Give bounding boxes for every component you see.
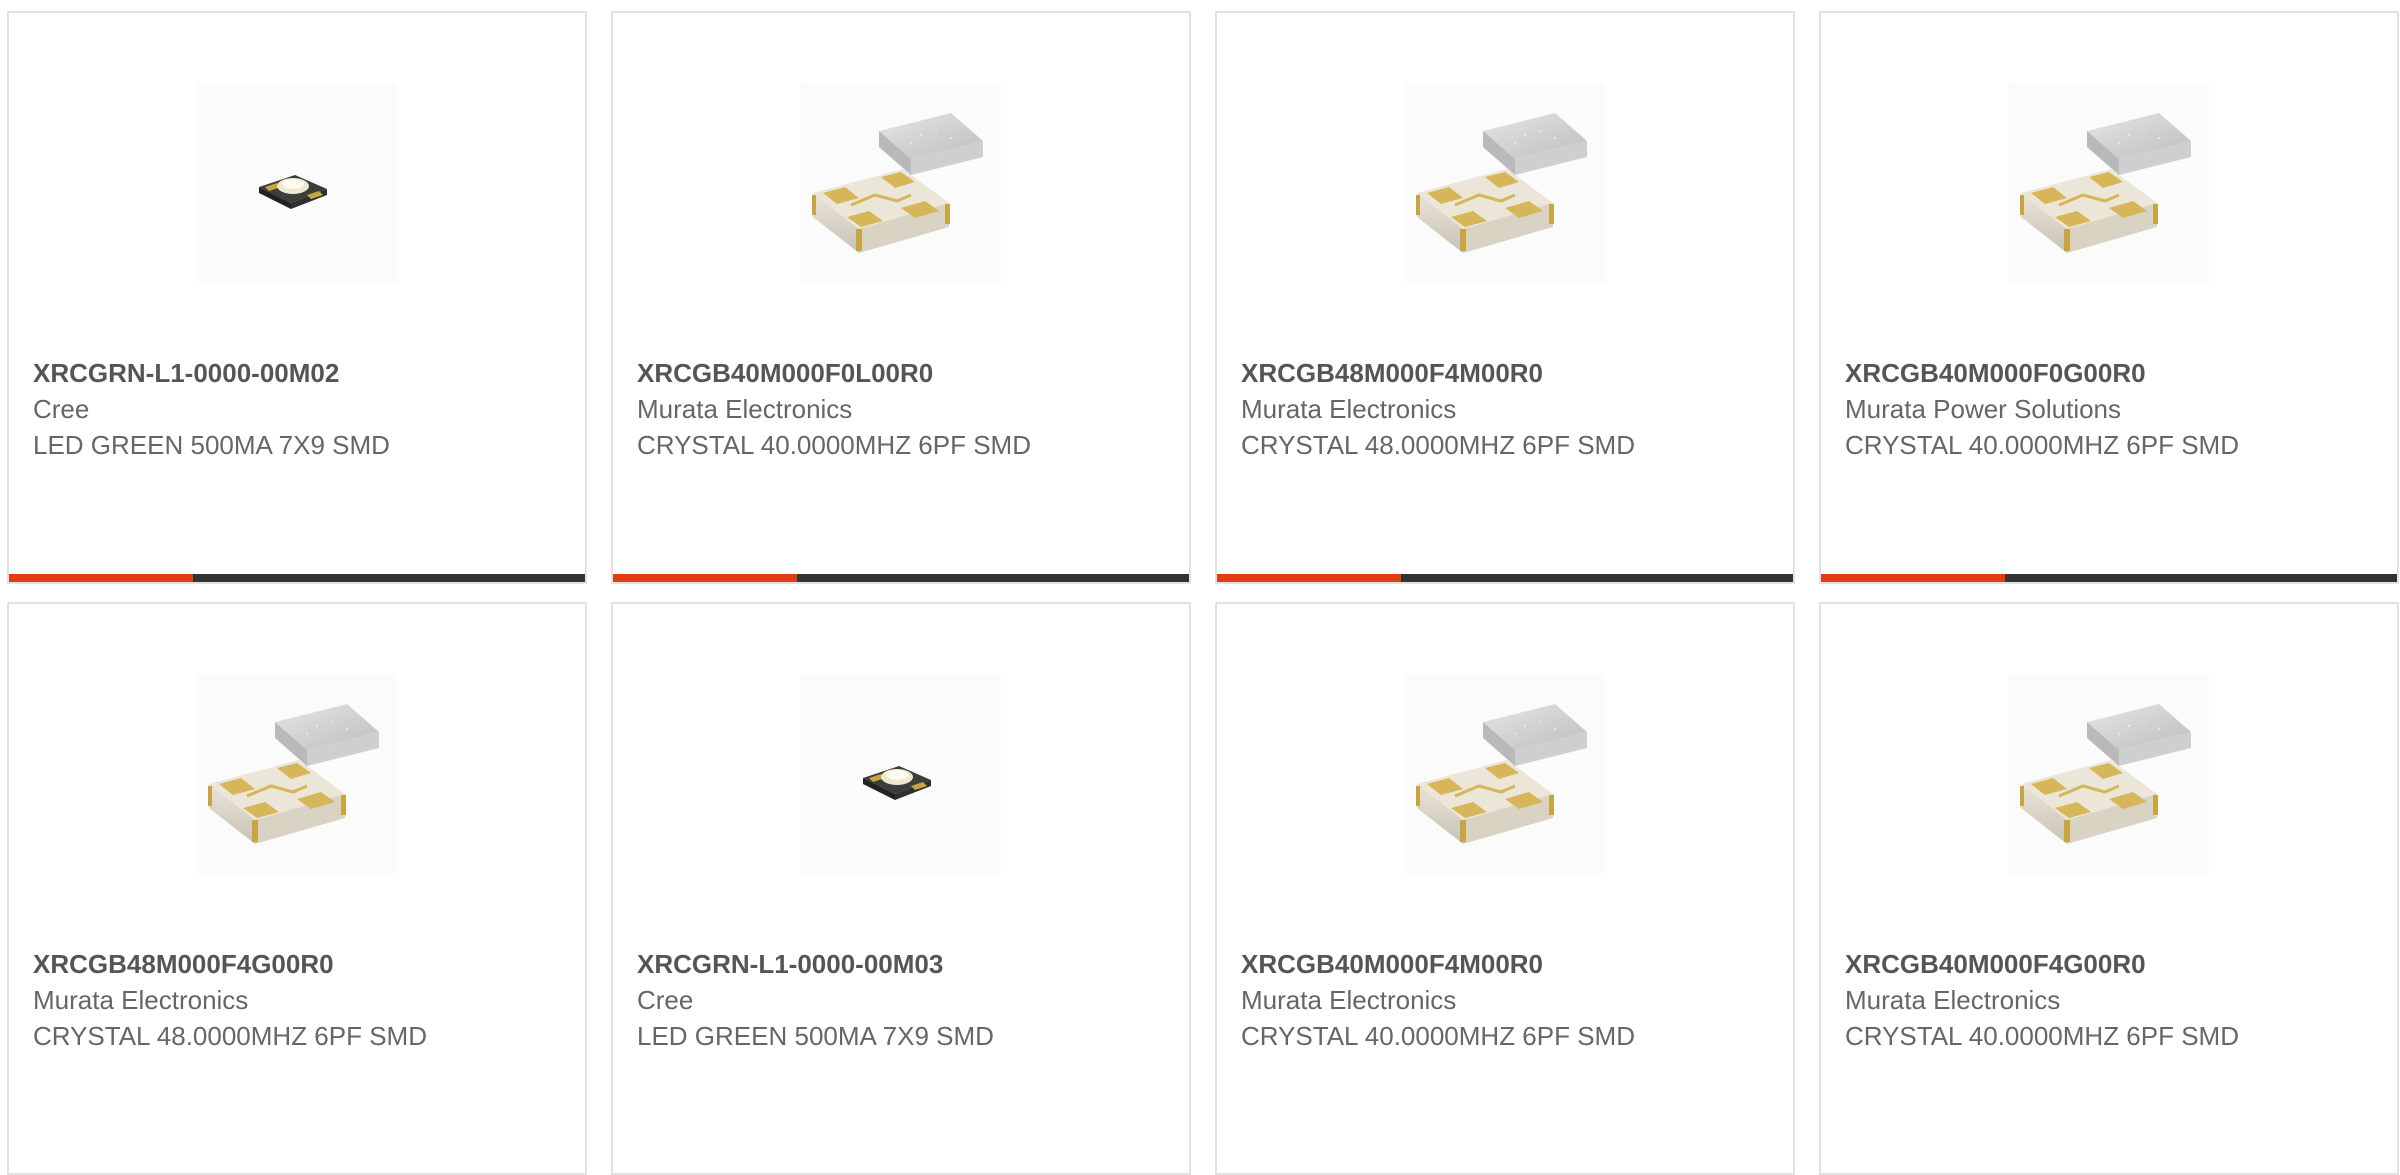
- crystal-icon: [1405, 83, 1605, 283]
- part-number[interactable]: XRCGRN-L1-0000-00M02: [33, 355, 561, 391]
- part-number[interactable]: XRCGB40M000F0L00R0: [637, 355, 1165, 391]
- product-info: XRCGB48M000F4M00R0 Murata Electronics CR…: [1241, 355, 1769, 463]
- progress-bar-fill: [1821, 574, 2006, 582]
- description: CRYSTAL 48.0000MHZ 6PF SMD: [33, 1021, 427, 1051]
- description: CRYSTAL 40.0000MHZ 6PF SMD: [637, 430, 1031, 460]
- description: CRYSTAL 40.0000MHZ 6PF SMD: [1845, 1021, 2239, 1051]
- description: CRYSTAL 40.0000MHZ 6PF SMD: [1845, 430, 2239, 460]
- led-icon: [801, 674, 1001, 874]
- product-info: XRCGRN-L1-0000-00M03 Cree LED GREEN 500M…: [637, 946, 1165, 1054]
- product-card[interactable]: XRCGB40M000F4G00R0 Murata Electronics CR…: [1819, 602, 2399, 1175]
- manufacturer: Murata Electronics: [637, 394, 853, 424]
- manufacturer: Cree: [33, 394, 90, 424]
- product-card[interactable]: XRCGB40M000F4M00R0 Murata Electronics CR…: [1215, 602, 1795, 1175]
- manufacturer: Cree: [637, 985, 694, 1015]
- product-info: XRCGB40M000F4G00R0 Murata Electronics CR…: [1845, 946, 2373, 1054]
- product-card[interactable]: XRCGB40M000F0G00R0 Murata Power Solution…: [1819, 11, 2399, 584]
- crystal-icon: [2009, 83, 2209, 283]
- product-card[interactable]: XRCGB48M000F4M00R0 Murata Electronics CR…: [1215, 11, 1795, 584]
- part-number[interactable]: XRCGB40M000F4M00R0: [1241, 946, 1769, 982]
- progress-bar: [1821, 574, 2397, 582]
- description: LED GREEN 500MA 7X9 SMD: [33, 430, 390, 460]
- description: CRYSTAL 48.0000MHZ 6PF SMD: [1241, 430, 1635, 460]
- product-info: XRCGB48M000F4G00R0 Murata Electronics CR…: [33, 946, 561, 1054]
- progress-bar-fill: [1217, 574, 1402, 582]
- manufacturer: Murata Electronics: [1845, 985, 2061, 1015]
- product-card[interactable]: XRCGB48M000F4G00R0 Murata Electronics CR…: [7, 602, 587, 1175]
- product-card[interactable]: XRCGRN-L1-0000-00M03 Cree LED GREEN 500M…: [611, 602, 1191, 1175]
- part-number[interactable]: XRCGB48M000F4M00R0: [1241, 355, 1769, 391]
- crystal-icon: [2009, 674, 2209, 874]
- description: CRYSTAL 40.0000MHZ 6PF SMD: [1241, 1021, 1635, 1051]
- product-info: XRCGB40M000F0G00R0 Murata Power Solution…: [1845, 355, 2373, 463]
- crystal-icon: [801, 83, 1001, 283]
- product-info: XRCGB40M000F4M00R0 Murata Electronics CR…: [1241, 946, 1769, 1054]
- crystal-icon: [1405, 674, 1605, 874]
- part-number[interactable]: XRCGB48M000F4G00R0: [33, 946, 561, 982]
- progress-bar: [613, 574, 1189, 582]
- part-number[interactable]: XRCGRN-L1-0000-00M03: [637, 946, 1165, 982]
- manufacturer: Murata Electronics: [33, 985, 249, 1015]
- led-icon: [197, 83, 397, 283]
- crystal-icon: [197, 674, 397, 874]
- product-card[interactable]: XRCGB40M000F0L00R0 Murata Electronics CR…: [611, 11, 1191, 584]
- part-number[interactable]: XRCGB40M000F0G00R0: [1845, 355, 2373, 391]
- manufacturer: Murata Power Solutions: [1845, 394, 2122, 424]
- product-info: XRCGB40M000F0L00R0 Murata Electronics CR…: [637, 355, 1165, 463]
- progress-bar: [9, 574, 585, 582]
- part-number[interactable]: XRCGB40M000F4G00R0: [1845, 946, 2373, 982]
- progress-bar: [1217, 574, 1793, 582]
- manufacturer: Murata Electronics: [1241, 394, 1457, 424]
- product-grid: XRCGRN-L1-0000-00M02 Cree LED GREEN 500M…: [7, 11, 2399, 1175]
- product-info: XRCGRN-L1-0000-00M02 Cree LED GREEN 500M…: [33, 355, 561, 463]
- manufacturer: Murata Electronics: [1241, 985, 1457, 1015]
- description: LED GREEN 500MA 7X9 SMD: [637, 1021, 994, 1051]
- progress-bar-fill: [613, 574, 798, 582]
- progress-bar-fill: [9, 574, 194, 582]
- product-card[interactable]: XRCGRN-L1-0000-00M02 Cree LED GREEN 500M…: [7, 11, 587, 584]
